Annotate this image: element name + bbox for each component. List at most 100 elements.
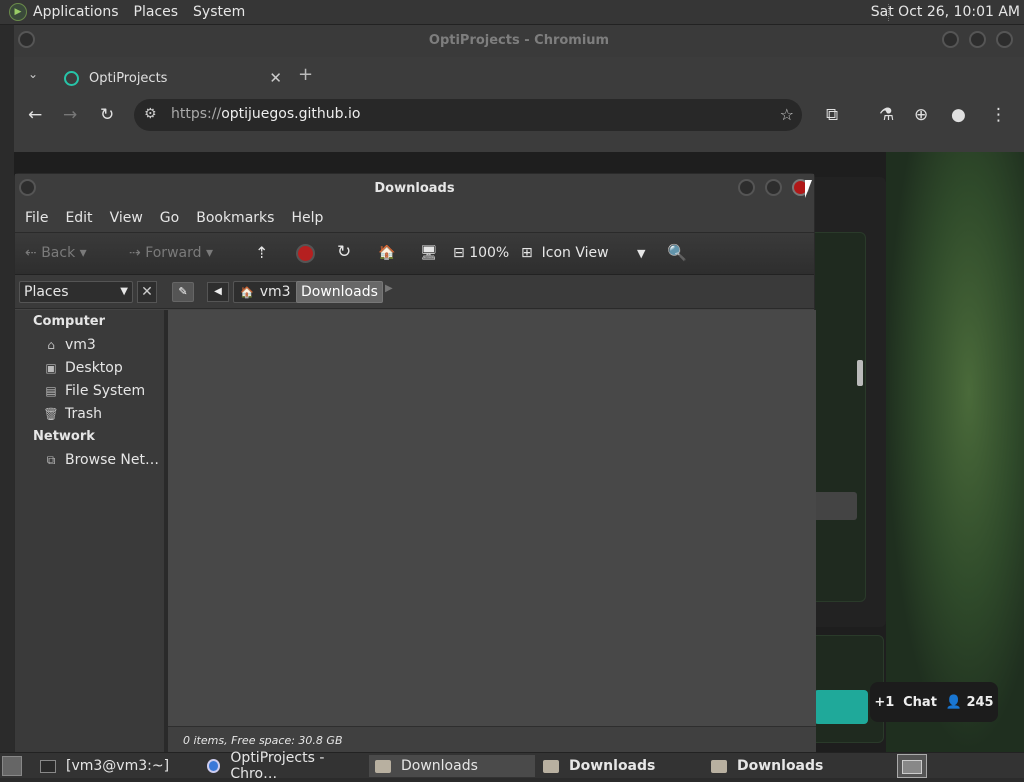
- network-icon: ⧉: [46, 452, 56, 467]
- task-downloads-3[interactable]: Downloads: [705, 755, 871, 777]
- chevron-down-icon[interactable]: ▼: [637, 247, 645, 260]
- home-folder-icon[interactable]: 🏠: [378, 245, 395, 261]
- page-teal-button[interactable]: [814, 690, 868, 724]
- home-folder-icon: 🏠: [240, 285, 254, 299]
- bookmark-star-icon[interactable]: ☆: [780, 105, 794, 124]
- menu-bookmarks[interactable]: Bookmarks: [196, 210, 274, 226]
- workspace-switcher[interactable]: [897, 754, 927, 778]
- menu-help[interactable]: Help: [291, 210, 323, 226]
- breadcrumb-downloads[interactable]: Downloads: [296, 281, 383, 303]
- sidebar-heading-network: Network: [33, 429, 95, 444]
- file-manager-title: Downloads: [374, 181, 455, 196]
- url-text: https://optijuegos.github.io: [171, 106, 361, 122]
- menu-system[interactable]: System: [193, 4, 245, 20]
- zoom-control[interactable]: ⊟ 100%: [453, 245, 509, 261]
- task-terminal[interactable]: [vm3@vm3:~]: [34, 755, 199, 777]
- sidebar-item-browse-network[interactable]: ⧉ Browse Net…: [15, 448, 164, 471]
- menu-applications[interactable]: Applications: [33, 4, 119, 20]
- menu-edit[interactable]: Edit: [65, 210, 92, 226]
- task-downloads-2[interactable]: Downloads: [537, 755, 703, 777]
- tab-optiprojects[interactable]: OptiProjects ✕: [54, 61, 286, 95]
- file-view-area[interactable]: [168, 310, 816, 726]
- status-text: 0 items, Free space: 30.8 GB: [183, 734, 343, 747]
- minimize-button[interactable]: [738, 179, 755, 196]
- stop-icon[interactable]: [296, 244, 315, 263]
- menu-kebab-icon[interactable]: ⋮: [990, 105, 1007, 125]
- chromium-titlebar[interactable]: OptiProjects - Chromium: [14, 25, 1024, 57]
- tab-label: OptiProjects: [89, 70, 168, 86]
- menu-view[interactable]: View: [110, 210, 143, 226]
- folder-icon: [543, 759, 559, 773]
- new-tab-icon[interactable]: +: [298, 64, 313, 85]
- minimize-button[interactable]: [942, 31, 959, 48]
- computer-icon[interactable]: 🖥: [420, 245, 438, 261]
- sidebar-type-select[interactable]: Places ▼: [19, 281, 133, 303]
- sidebar-item-trash[interactable]: 🗑 Trash: [15, 402, 164, 425]
- menu-places[interactable]: Places: [134, 4, 179, 20]
- top-panel: ▶ Applications Places System Sat Oct 26,…: [0, 0, 1024, 25]
- reload-icon[interactable]: ↻: [337, 242, 351, 262]
- edit-location-icon[interactable]: ✎: [172, 282, 194, 302]
- workspace-window-thumb: [902, 760, 922, 774]
- tab-search-icon[interactable]: ⌄: [28, 67, 38, 81]
- menu-go[interactable]: Go: [160, 210, 179, 226]
- sidebar-item-vm3[interactable]: ⌂ vm3: [15, 333, 164, 356]
- chat-button[interactable]: +1 Chat 👤 245: [870, 682, 998, 722]
- site-info-icon[interactable]: ⚙: [144, 106, 157, 122]
- distro-logo-icon[interactable]: ▶: [9, 3, 27, 21]
- forward-arrow-icon: ⇢: [129, 245, 141, 261]
- tab-strip: ⌄ OptiProjects ✕ +: [14, 57, 1024, 95]
- chromium-window-title: OptiProjects - Chromium: [428, 33, 610, 48]
- home-folder-icon: ⌂: [47, 337, 55, 352]
- address-bar[interactable]: ⚙ https://optijuegos.github.io ☆: [134, 99, 802, 131]
- location-bar: Places ▼ ✕ ✎ ◀ 🏠 vm3 Downloads ▶: [15, 275, 814, 309]
- forward-arrow-icon[interactable]: →: [63, 105, 77, 125]
- profile-icon[interactable]: ●: [951, 105, 966, 125]
- maximize-button[interactable]: [969, 31, 986, 48]
- breadcrumb-vm3[interactable]: 🏠 vm3: [233, 281, 298, 303]
- maximize-button[interactable]: [765, 179, 782, 196]
- user-icon: 👤: [945, 694, 962, 710]
- close-button[interactable]: [996, 31, 1013, 48]
- folder-icon: [711, 759, 727, 773]
- search-icon[interactable]: 🔍: [667, 243, 687, 262]
- menu-file[interactable]: File: [25, 210, 48, 226]
- close-sidebar-icon[interactable]: ✕: [137, 281, 157, 303]
- forward-button[interactable]: ⇢ Forward ▾: [129, 245, 213, 261]
- terminal-icon: [40, 759, 56, 773]
- zoom-in-icon: ⊞: [521, 245, 533, 261]
- chromium-icon: [207, 759, 221, 773]
- clock[interactable]: Sat Oct 26, 10:01 AM: [871, 4, 1020, 20]
- download-icon[interactable]: ⊕: [914, 105, 928, 125]
- desktop-folder-icon: ▣: [45, 360, 57, 375]
- breadcrumb-right-icon[interactable]: ▶: [385, 283, 393, 294]
- reload-icon[interactable]: ↻: [100, 105, 114, 125]
- places-sidebar: Computer ⌂ vm3 ▣ Desktop ▤ File System 🗑 Tra…: [15, 310, 165, 753]
- status-bar: 0 items, Free space: 30.8 GB: [168, 726, 816, 753]
- chevron-down-icon: ▼: [120, 286, 128, 297]
- file-manager-titlebar[interactable]: Downloads: [15, 174, 814, 204]
- trash-icon: 🗑: [43, 406, 59, 421]
- drive-icon: ▤: [45, 383, 57, 398]
- back-arrow-icon: ⇠: [25, 245, 37, 261]
- task-downloads-1[interactable]: Downloads: [369, 755, 535, 777]
- task-chromium[interactable]: OptiProjects - Chro…: [201, 750, 367, 782]
- back-button[interactable]: ⇠ Back ▾: [25, 245, 87, 261]
- page-background-image: [886, 152, 1024, 752]
- mouse-cursor-icon: [805, 180, 812, 198]
- chat-label: Chat: [903, 694, 937, 710]
- up-arrow-icon[interactable]: ⇡: [255, 243, 268, 262]
- sidebar-item-desktop[interactable]: ▣ Desktop: [15, 356, 164, 379]
- extensions-icon[interactable]: ⧉: [826, 105, 838, 125]
- labs-flask-icon[interactable]: ⚗: [879, 105, 894, 125]
- breadcrumb-left-icon[interactable]: ◀: [207, 282, 229, 302]
- sidebar-item-file-system[interactable]: ▤ File System: [15, 379, 164, 402]
- view-mode-select[interactable]: ⊞ Icon View: [521, 245, 609, 261]
- tab-close-icon[interactable]: ✕: [269, 69, 282, 87]
- favicon-icon: [64, 70, 79, 86]
- menubar: File Edit View Go Bookmarks Help: [15, 204, 814, 232]
- show-desktop-icon[interactable]: [2, 756, 22, 776]
- back-arrow-icon[interactable]: ←: [28, 105, 42, 125]
- page-input[interactable]: [809, 492, 857, 520]
- page-scrollbar-thumb[interactable]: [857, 360, 863, 386]
